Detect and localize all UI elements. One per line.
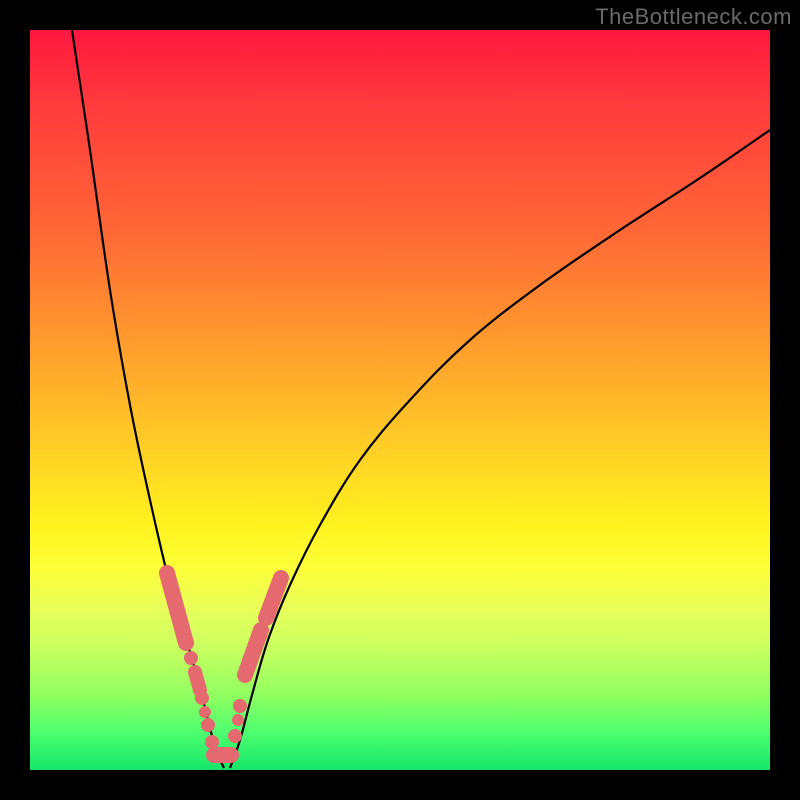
marker-dot: [228, 729, 242, 743]
marker-dot: [201, 718, 215, 732]
marker-dot: [199, 706, 211, 718]
marker-dot: [184, 651, 198, 665]
frame: TheBottleneck.com: [0, 0, 800, 800]
marker-dot: [195, 691, 209, 705]
curve-left-branch: [72, 30, 224, 768]
plot-area: [30, 30, 770, 770]
marker-dot: [205, 735, 219, 749]
marker-pill: [195, 672, 200, 690]
marker-dot: [233, 699, 247, 713]
curve-right-branch: [230, 130, 770, 768]
chart-svg: [30, 30, 770, 770]
marker-group: [167, 573, 281, 755]
marker-pill: [167, 573, 186, 643]
watermark-text: TheBottleneck.com: [595, 4, 792, 30]
marker-dot: [232, 714, 244, 726]
